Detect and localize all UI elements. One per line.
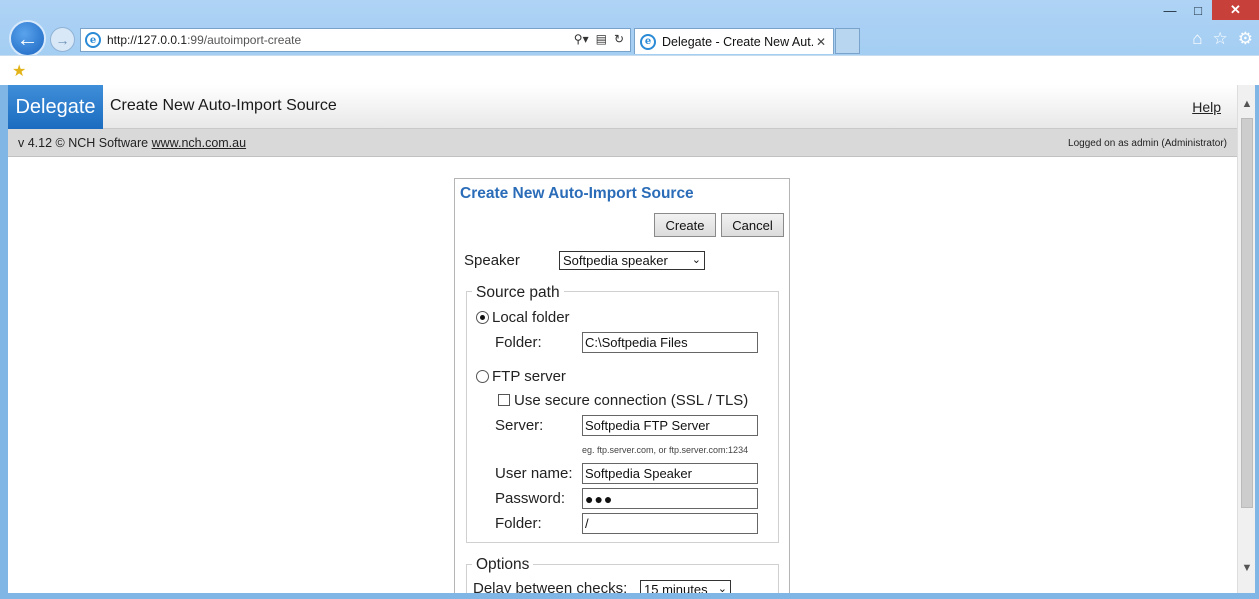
local-folder-input[interactable]: C:\Softpedia Files <box>582 332 758 353</box>
delay-value: 15 minutes <box>644 582 708 593</box>
create-source-dialog: Create New Auto-Import Source Create Can… <box>454 178 790 593</box>
password-input[interactable]: ●●● <box>582 488 758 509</box>
page-viewport: Delegate Create New Auto-Import Source H… <box>8 85 1237 593</box>
logged-on-status: Logged on as admin (Administrator) <box>1068 138 1227 149</box>
browser-tools: ⌂ ☆ ⚙ <box>1192 29 1253 49</box>
speaker-select[interactable]: Softpedia speaker ⌄ <box>559 251 705 270</box>
speaker-value: Softpedia speaker <box>563 253 668 268</box>
brand-logo: Delegate <box>8 85 103 129</box>
url-host: http://127.0.0.1 <box>107 33 188 47</box>
ftp-folder-input[interactable]: / <box>582 513 758 534</box>
chevron-down-icon: ⌄ <box>691 254 701 266</box>
ftp-server-label: FTP server <box>492 368 566 385</box>
maximize-button[interactable]: □ <box>1184 0 1212 20</box>
url-path: :99/autoimport-create <box>187 33 302 47</box>
back-arrow-icon: ← <box>16 25 39 51</box>
nch-link[interactable]: www.nch.com.au <box>152 136 246 150</box>
delay-select[interactable]: 15 minutes ⌄ <box>640 580 731 593</box>
server-hint: eg. ftp.server.com, or ftp.server.com:12… <box>582 445 749 455</box>
version-text: v 4.12 © NCH Software <box>18 136 149 150</box>
tab-active[interactable]: e Delegate - Create New Aut... ✕ <box>634 28 834 54</box>
server-input[interactable]: Softpedia FTP Server <box>582 415 758 436</box>
search-icon[interactable]: ⚲▾ <box>574 32 589 46</box>
compat-view-icon[interactable]: ▤ <box>596 32 607 46</box>
folder-label: Folder: <box>495 334 542 351</box>
secure-connection-checkbox[interactable] <box>498 394 510 406</box>
server-label: Server: <box>495 417 544 434</box>
address-url[interactable]: http://127.0.0.1:99/autoimport-create <box>107 33 301 47</box>
create-button[interactable]: Create <box>654 213 716 237</box>
local-folder-radio[interactable] <box>476 311 489 324</box>
cancel-button[interactable]: Cancel <box>721 213 784 237</box>
close-button[interactable]: ✕ <box>1212 0 1259 20</box>
gear-icon[interactable]: ⚙ <box>1238 29 1253 49</box>
favorites-bar: ★ <box>0 55 1259 85</box>
ftp-folder-label: Folder: <box>495 515 542 532</box>
secure-connection-label: Use secure connection (SSL / TLS) <box>514 392 749 409</box>
version-info: v 4.12 © NCH Software www.nch.com.au <box>18 136 246 150</box>
options-legend: Options <box>472 556 534 574</box>
add-favorite-icon[interactable]: ★ <box>12 61 26 81</box>
tab-close-icon[interactable]: ✕ <box>813 35 829 49</box>
tab-title: Delegate - Create New Aut... <box>662 34 813 49</box>
page-title: Create New Auto-Import Source <box>110 97 337 114</box>
ie-tab-icon: e <box>640 33 656 50</box>
source-path-legend: Source path <box>472 284 564 302</box>
help-link[interactable]: Help <box>1192 99 1221 115</box>
scrollbar-thumb[interactable] <box>1241 118 1253 508</box>
ie-page-icon: e <box>85 32 101 48</box>
app-header: Delegate Create New Auto-Import Source H… <box>8 85 1237 129</box>
minimize-button[interactable]: — <box>1156 0 1184 20</box>
local-folder-label: Local folder <box>492 309 570 326</box>
username-input[interactable]: Softpedia Speaker <box>582 463 758 484</box>
page-scrollbar[interactable]: ▲ ▼ <box>1237 85 1255 593</box>
password-label: Password: <box>495 490 566 507</box>
new-tab-button[interactable] <box>835 28 860 54</box>
scroll-up-icon[interactable]: ▲ <box>1238 95 1256 113</box>
speaker-label: Speaker <box>464 252 520 269</box>
browser-chrome: — □ ✕ ← → e http://127.0.0.1:99/autoimpo… <box>0 0 1259 85</box>
username-label: User name: <box>495 465 573 482</box>
back-button[interactable]: ← <box>9 20 46 57</box>
scroll-down-icon[interactable]: ▼ <box>1238 559 1256 577</box>
address-bar[interactable]: e http://127.0.0.1:99/autoimport-create … <box>80 28 631 52</box>
favorites-star-icon[interactable]: ☆ <box>1213 29 1228 49</box>
forward-button[interactable]: → <box>50 27 75 52</box>
window-controls: — □ ✕ <box>1156 0 1259 22</box>
ftp-server-radio[interactable] <box>476 370 489 383</box>
home-icon[interactable]: ⌂ <box>1192 29 1202 49</box>
address-tools: ⚲▾ ▤ ↻ <box>574 32 624 46</box>
refresh-icon[interactable]: ↻ <box>614 32 624 46</box>
chevron-down-icon: ⌄ <box>717 583 727 593</box>
delay-label: Delay between checks: <box>473 580 628 593</box>
dialog-title: Create New Auto-Import Source <box>460 185 694 202</box>
version-bar: v 4.12 © NCH Software www.nch.com.au Log… <box>8 129 1237 157</box>
